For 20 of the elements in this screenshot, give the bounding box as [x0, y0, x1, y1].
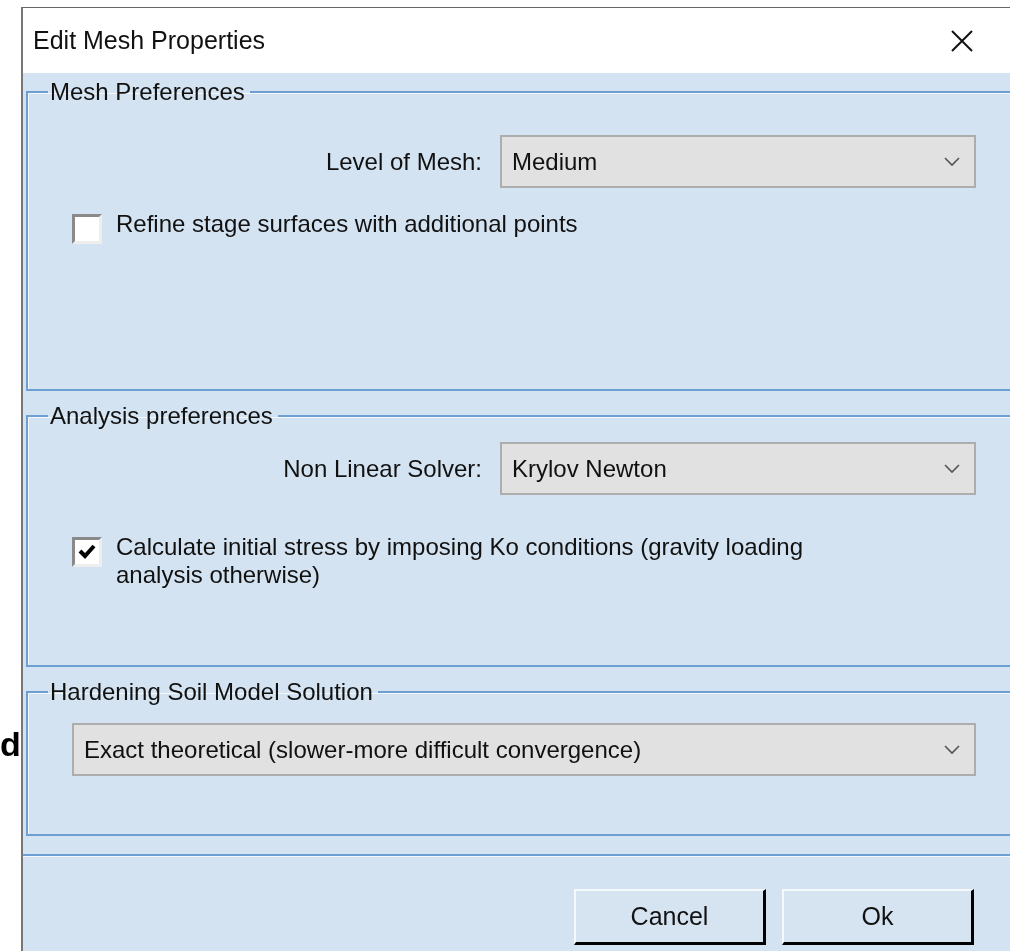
- checkbox[interactable]: [72, 214, 102, 244]
- chevron-down-icon: [944, 156, 960, 167]
- chevron-down-icon: [944, 744, 960, 755]
- background-text: d: [0, 724, 21, 764]
- dropdown[interactable]: Medium: [500, 135, 976, 188]
- field-label: Non Linear Solver:: [283, 454, 482, 483]
- group-title: Hardening Soil Model Solution: [49, 677, 374, 707]
- checkbox-label[interactable]: Calculate initial stress by imposing Ko conditions (gravity loading analysis otherwise): [116, 533, 876, 589]
- dropdown[interactable]: Krylov Newton: [500, 442, 976, 495]
- dropdown[interactable]: Exact theoretical (slower-more difficult convergence): [72, 723, 976, 776]
- close-icon[interactable]: [950, 28, 974, 53]
- field-label: Level of Mesh:: [325, 147, 482, 176]
- window-title: Edit Mesh Properties: [33, 26, 266, 55]
- chevron-down-icon: [944, 463, 960, 474]
- dialog-button[interactable]: Ok: [782, 889, 974, 945]
- dialog-button[interactable]: Cancel: [574, 889, 766, 945]
- group-title: Mesh Preferences: [49, 77, 246, 107]
- checkbox-label[interactable]: Refine stage surfaces with additional points: [116, 210, 578, 238]
- group-title: Analysis preferences: [49, 401, 274, 431]
- checkbox[interactable]: [72, 537, 102, 567]
